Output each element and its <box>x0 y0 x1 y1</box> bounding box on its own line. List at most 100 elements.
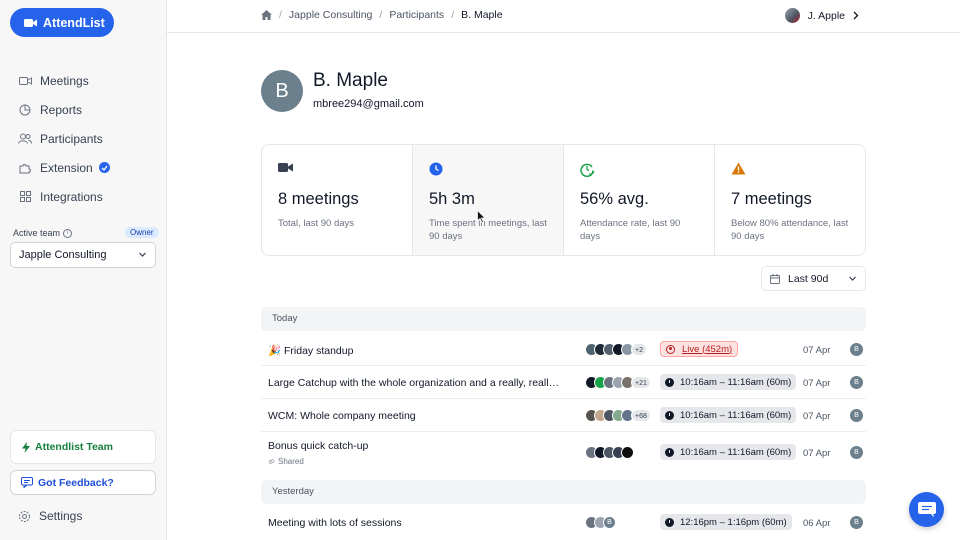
shared-indicator: Shared <box>268 457 304 466</box>
more-attendees-count: +68 <box>631 409 651 422</box>
meeting-title[interactable]: 🎉 Friday standup <box>268 344 560 357</box>
time-badge: 10:16am – 11:16am (60m) <box>660 444 797 460</box>
table-row[interactable]: Bonus quick catch-up Shared 10:16am – 11… <box>261 432 866 473</box>
profile-email: mbree294@gmail.com <box>313 98 424 110</box>
clock-icon <box>665 377 674 387</box>
support-chat-button[interactable] <box>909 492 944 527</box>
team-select[interactable]: Japple Consulting <box>10 242 156 268</box>
grid-icon <box>18 190 32 204</box>
sidebar-item-label: Meetings <box>40 73 89 88</box>
home-icon[interactable] <box>261 10 272 20</box>
active-team-label: Active team i <box>13 228 73 238</box>
stat-card-attendance: 56% avg. Attendance rate, last 90 days <box>564 145 715 255</box>
sidebar-item-meetings[interactable]: Meetings <box>10 66 156 95</box>
table-row[interactable]: WCM: Whole company meeting +68 10:16am –… <box>261 399 866 432</box>
app-logo-button[interactable]: AttendList <box>10 8 114 37</box>
video-icon <box>24 18 37 27</box>
table-row[interactable]: Large Catchup with the whole organizatio… <box>261 366 866 399</box>
owner-avatar: B <box>850 446 863 459</box>
group-header-today: Today <box>261 307 866 331</box>
breadcrumb-separator: / <box>451 9 455 21</box>
chevron-down-icon <box>849 276 856 281</box>
team-select-value: Japple Consulting <box>19 249 107 261</box>
time-badge: 10:16am – 11:16am (60m) <box>660 374 797 390</box>
chevron-down-icon <box>139 252 146 257</box>
attendee-avatars[interactable] <box>585 446 634 459</box>
stat-label: Total, last 90 days <box>278 218 355 229</box>
sidebar-item-label: Extension <box>40 160 93 175</box>
live-status-badge[interactable]: Live (452m) <box>660 341 739 357</box>
breadcrumb: / Japple Consulting / Participants / B. … <box>261 9 503 21</box>
sidebar-item-label: Participants <box>40 131 103 146</box>
stats-panel: 8 meetings Total, last 90 days 5h 3m Tim… <box>261 144 866 256</box>
table-row[interactable]: 🎉 Friday standup +2 Live (452m) 07 Apr B <box>261 333 866 366</box>
chat-icon <box>917 501 936 517</box>
more-attendees-count: +21 <box>631 376 651 389</box>
feedback-button[interactable]: Got Feedback? <box>10 470 156 495</box>
profile-avatar: B <box>261 70 303 112</box>
stat-value: 5h 3m <box>429 190 475 208</box>
avatar <box>621 446 634 459</box>
owner-badge: Owner <box>125 227 159 238</box>
link-icon <box>268 459 275 464</box>
meeting-date: 07 Apr <box>803 378 831 389</box>
app-name: AttendList <box>43 15 105 30</box>
clock-icon <box>665 447 674 457</box>
shared-label: Shared <box>278 457 304 466</box>
avatar <box>784 8 800 23</box>
avatar: B <box>603 516 616 529</box>
meeting-time: 10:16am – 11:16am (60m) <box>680 446 792 458</box>
sidebar-item-settings[interactable]: Settings <box>18 509 82 523</box>
owner-avatar: B <box>850 343 863 356</box>
attendee-avatars[interactable]: B <box>585 516 616 529</box>
owner-avatar: B <box>850 409 863 422</box>
date-range-value: Last 90d <box>788 272 829 285</box>
clock-icon <box>665 410 674 420</box>
calendar-icon <box>770 273 780 284</box>
stat-card-time: 5h 3m Time spent in meetings, last 90 da… <box>413 145 564 255</box>
info-icon[interactable]: i <box>63 228 73 238</box>
meeting-title[interactable]: Bonus quick catch-up <box>268 440 560 452</box>
sidebar-item-extension[interactable]: Extension <box>10 153 156 182</box>
attendee-avatars[interactable]: +21 <box>585 376 651 389</box>
owner-avatar: B <box>850 376 863 389</box>
time-badge: 12:16pm – 1:16pm (60m) <box>660 514 792 530</box>
attendee-avatars[interactable]: +68 <box>585 409 651 422</box>
meeting-title[interactable]: WCM: Whole company meeting <box>268 410 560 422</box>
team-card-label: Attendlist Team <box>35 441 113 453</box>
meeting-title[interactable]: Large Catchup with the whole organizatio… <box>268 377 560 389</box>
warning-icon <box>731 162 865 177</box>
sidebar-item-integrations[interactable]: Integrations <box>10 182 156 211</box>
stat-label: Time spent in meetings, last 90 days <box>429 218 547 242</box>
mouse-cursor-icon <box>477 210 486 223</box>
sidebar-nav: Meetings Reports Participants Extension … <box>10 66 156 211</box>
stat-value: 56% avg. <box>580 190 649 208</box>
breadcrumb-current: B. Maple <box>461 9 503 21</box>
sidebar-item-participants[interactable]: Participants <box>10 124 156 153</box>
attendee-avatars[interactable]: +2 <box>585 343 647 356</box>
top-header: / Japple Consulting / Participants / B. … <box>167 0 960 33</box>
sidebar-item-reports[interactable]: Reports <box>10 95 156 124</box>
breadcrumb-participants[interactable]: Participants <box>389 9 444 21</box>
date-range-select[interactable]: Last 90d <box>761 266 866 291</box>
puzzle-icon <box>18 161 32 175</box>
meeting-title[interactable]: Meeting with lots of sessions <box>268 517 560 529</box>
meeting-time: 10:16am – 11:16am (60m) <box>680 409 792 421</box>
breadcrumb-team[interactable]: Japple Consulting <box>289 9 372 21</box>
more-attendees-count: +2 <box>631 343 647 356</box>
meeting-date: 07 Apr <box>803 448 831 459</box>
page-title: B. Maple <box>313 70 388 91</box>
user-menu[interactable]: J. Apple <box>784 8 859 23</box>
breadcrumb-separator: / <box>279 9 282 21</box>
stat-label: Attendance rate, last 90 days <box>580 218 681 242</box>
breadcrumb-separator: / <box>379 9 383 21</box>
user-name: J. Apple <box>807 9 845 22</box>
owner-avatar: B <box>850 516 863 529</box>
clock-icon <box>665 517 674 527</box>
meeting-time: 12:16pm – 1:16pm (60m) <box>680 516 787 528</box>
attendlist-team-card[interactable]: Attendlist Team <box>10 430 156 464</box>
meeting-time: 10:16am – 11:16am (60m) <box>680 376 792 388</box>
table-row[interactable]: Meeting with lots of sessions B 12:16pm … <box>261 506 866 539</box>
sidebar: AttendList Meetings Reports Participants… <box>0 0 167 540</box>
camera-icon <box>278 162 412 177</box>
